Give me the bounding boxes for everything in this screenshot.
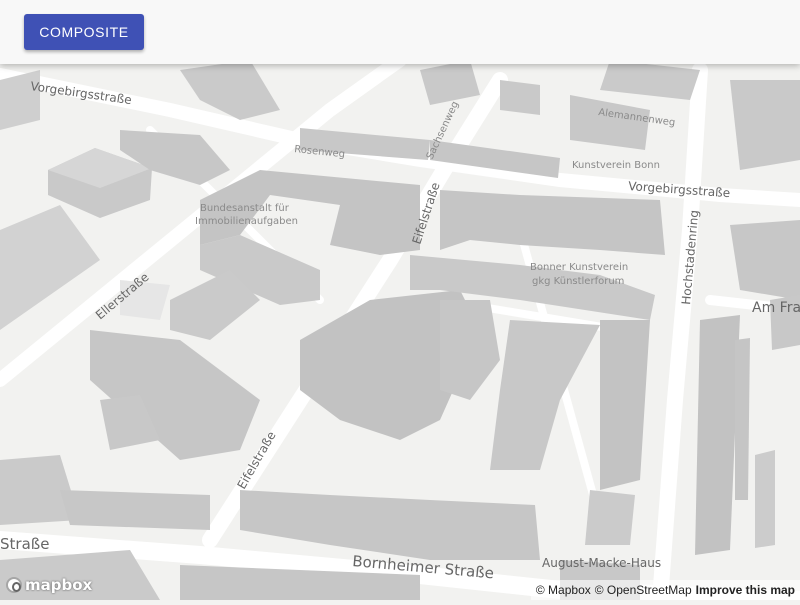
poi-august-macke-haus: August-Macke-Haus	[542, 556, 661, 570]
attribution-osm-link[interactable]: © OpenStreetMap	[595, 583, 692, 597]
map-canvas[interactable]: Vorgebirgsstraße Vorgebirgsstraße Ellers…	[0, 0, 800, 605]
poi-bonner-kunstverein: Bonner Kunstverein	[530, 262, 628, 273]
label-strasse-west: Straße	[0, 535, 49, 553]
label-am-fra: Am Fra	[752, 300, 800, 316]
map-attribution: © Mapbox © OpenStreetMap Improve this ma…	[530, 580, 800, 600]
improve-map-link[interactable]: Improve this map	[696, 583, 795, 597]
mapbox-logo[interactable]: mapbox	[6, 576, 92, 594]
mapbox-logo-icon	[6, 577, 22, 593]
attribution-mapbox-link[interactable]: © Mapbox	[536, 583, 591, 597]
poi-bundesanstalt-2: Immobilienaufgaben	[195, 216, 298, 227]
poi-kunstverein-bonn: Kunstverein Bonn	[572, 160, 660, 171]
poi-gkg-kuenstlerforum: gkg Künstlerforum	[532, 276, 624, 287]
map-svg[interactable]: Vorgebirgsstraße Vorgebirgsstraße Ellers…	[0, 0, 800, 605]
mapbox-logo-text: mapbox	[25, 576, 93, 594]
top-toolbar: COMPOSITE	[0, 0, 800, 64]
composite-button[interactable]: COMPOSITE	[24, 14, 144, 50]
poi-bundesanstalt-1: Bundesanstalt für	[200, 203, 290, 214]
